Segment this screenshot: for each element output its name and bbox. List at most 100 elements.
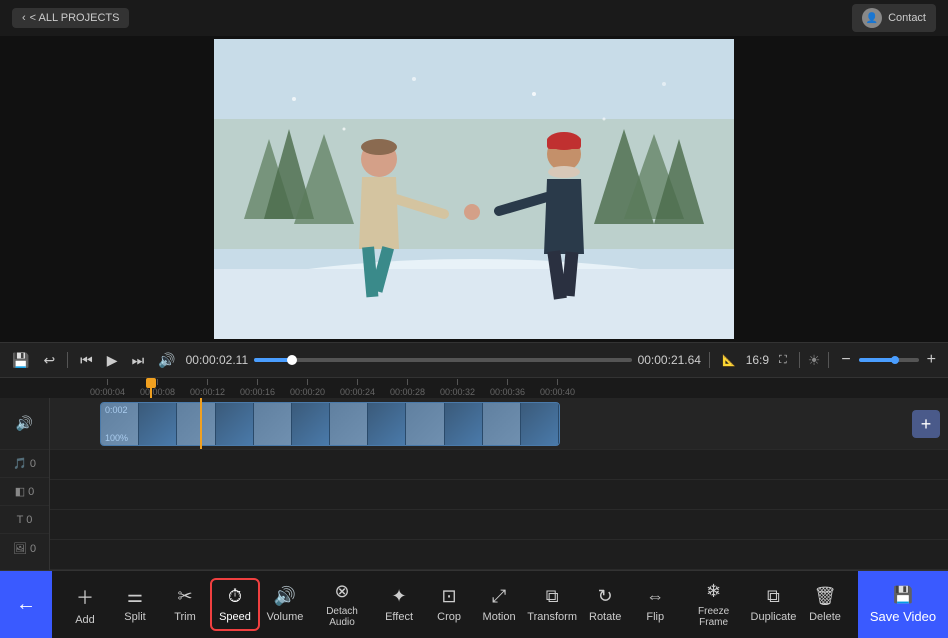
tool-motion-button[interactable]: ⤢ Motion [474, 580, 524, 629]
video-scene [214, 39, 734, 339]
empty-track-2 [50, 480, 948, 510]
play-button[interactable]: ▶ [103, 350, 122, 371]
rotate-icon: ↻ [598, 586, 613, 607]
tool-split-button[interactable]: ⚌ Split [110, 580, 160, 629]
tool-transform-button[interactable]: ⧉ Transform [524, 580, 580, 629]
effect-icon: ✦ [392, 586, 407, 607]
tool-trim-button[interactable]: ✂ Trim [160, 580, 210, 629]
video-clip[interactable]: 0:002 100% [100, 402, 560, 446]
tool-speed-button[interactable]: ⏱ Speed [210, 578, 260, 631]
total-time: 00:00:21.64 [638, 353, 701, 367]
separator-4 [828, 352, 829, 368]
flip-label: Flip [646, 611, 664, 623]
volume-label: Volume [267, 611, 304, 623]
aspect-ratio-button[interactable]: 📐 [718, 352, 740, 369]
ruler-mark-8: 00:00:32 [440, 379, 475, 397]
ruler-mark-7: 00:00:28 [390, 379, 425, 397]
current-time: 00:00:02.11 [186, 353, 249, 367]
video-track: 0:002 100% [50, 398, 948, 450]
brightness-controls: ☀ [808, 352, 821, 369]
playhead-marker[interactable] [150, 378, 152, 398]
video-track-control: 🔊 [0, 398, 49, 450]
duplicate-label: Duplicate [751, 611, 797, 623]
rotate-label: Rotate [589, 611, 621, 623]
tool-rotate-button[interactable]: ↻ Rotate [580, 580, 630, 629]
delete-label: Delete [809, 611, 841, 623]
add-label: Add [75, 614, 95, 626]
motion-icon: ⤢ [492, 586, 506, 607]
save-video-icon: 💾 [893, 585, 913, 605]
separator-1 [67, 352, 68, 368]
add-track-button[interactable]: + [912, 410, 940, 438]
tool-flip-button[interactable]: ⇔ Flip [630, 580, 680, 629]
ruler-marks: 00:00:04 00:00:08 00:00:12 00:00:16 00:0… [50, 378, 948, 398]
clip-thumbnails [101, 403, 559, 445]
tool-crop-button[interactable]: ⊡ Crop [424, 580, 474, 629]
clip-percentage: 100% [105, 433, 128, 443]
timeline-tracks: 🔊 🎵 0 ◧ 0 T 0 🖼 0 [0, 398, 948, 570]
zoom-in-button[interactable]: + [923, 349, 940, 371]
speaker-button[interactable]: 🔊 [16, 415, 33, 432]
undo-button[interactable]: ↩ [39, 350, 59, 371]
thumb-3 [177, 403, 215, 445]
progress-handle[interactable] [287, 355, 297, 365]
save-project-button[interactable]: 💾 [8, 350, 33, 371]
ruler-mark-1: 00:00:04 [90, 379, 125, 397]
speed-icon: ⏱ [228, 586, 242, 607]
empty-track-1 [50, 450, 948, 480]
fullscreen-button[interactable]: ⛶ [775, 352, 791, 369]
timeline-ruler: 00:00:04 00:00:08 00:00:12 00:00:16 00:0… [0, 378, 948, 398]
ruler-mark-4: 00:00:16 [240, 379, 275, 397]
flip-icon: ⇔ [646, 586, 664, 607]
image-icon: 🖼 0 [13, 542, 36, 555]
thumb-10 [445, 403, 483, 445]
video-frame [214, 39, 734, 339]
tool-effect-button[interactable]: ✦ Effect [374, 580, 424, 629]
thumb-7 [330, 403, 368, 445]
transport-bar: 💾 ↩ ⏮ ▶ ⏭ 🔊 00:00:02.11 00:00:21.64 📐 16… [0, 342, 948, 378]
motion-label: Motion [483, 611, 516, 623]
save-video-button[interactable]: 💾 Save Video [858, 571, 948, 638]
skip-start-button[interactable]: ⏮ [76, 350, 97, 371]
thumb-12 [521, 403, 559, 445]
tool-duplicate-button[interactable]: ⧉ Duplicate [747, 580, 800, 629]
back-nav-button[interactable]: ← [0, 571, 52, 638]
toolbar-tools: ＋ Add ⚌ Split ✂ Trim ⏱ Speed 🔊 Volume ⊗ … [52, 571, 858, 638]
volume-icon: 🔊 [274, 586, 296, 607]
ruler-mark-5: 00:00:20 [290, 379, 325, 397]
skip-end-button[interactable]: ⏭ [128, 350, 149, 371]
zoom-slider[interactable] [859, 358, 919, 362]
back-to-projects-button[interactable]: ‹ < ALL PROJECTS [12, 8, 129, 28]
ruler-mark-6: 00:00:24 [340, 379, 375, 397]
effect-label: Effect [385, 611, 413, 623]
thumb-4 [216, 403, 254, 445]
trim-label: Trim [174, 611, 196, 623]
duplicate-icon: ⧉ [767, 586, 780, 607]
zoom-out-button[interactable]: − [837, 349, 854, 371]
empty-track-4 [50, 540, 948, 570]
tool-detach-audio-button[interactable]: ⊗ Detach Audio [310, 575, 374, 634]
delete-icon: 🗑 [814, 586, 837, 607]
ruler-mark-3: 00:00:12 [190, 379, 225, 397]
tool-delete-button[interactable]: 🗑 Delete [800, 580, 850, 629]
music-icon: 🎵 0 [13, 457, 36, 470]
speed-label: Speed [219, 611, 251, 623]
progress-bar[interactable] [254, 358, 631, 362]
thumb-9 [406, 403, 444, 445]
thumb-5 [254, 403, 292, 445]
crop-icon: ⊡ [442, 586, 457, 607]
tool-add-button[interactable]: ＋ Add [60, 578, 110, 632]
transform-icon: ⧉ [546, 586, 559, 607]
timeline-area: 00:00:04 00:00:08 00:00:12 00:00:16 00:0… [0, 378, 948, 570]
tool-volume-button[interactable]: 🔊 Volume [260, 580, 310, 629]
trim-icon: ✂ [177, 586, 192, 607]
video-preview [0, 36, 948, 342]
aspect-ratio-label: 16:9 [746, 353, 769, 367]
contact-label: Contact [888, 12, 926, 24]
contact-button[interactable]: 👤 Contact [852, 4, 936, 32]
tool-freeze-frame-button[interactable]: ❄ Freeze Frame [680, 575, 747, 634]
back-label: < ALL PROJECTS [30, 12, 120, 24]
volume-button[interactable]: 🔊 [154, 350, 179, 371]
brightness-icon: ☀ [808, 352, 821, 369]
separator-2 [709, 352, 710, 368]
